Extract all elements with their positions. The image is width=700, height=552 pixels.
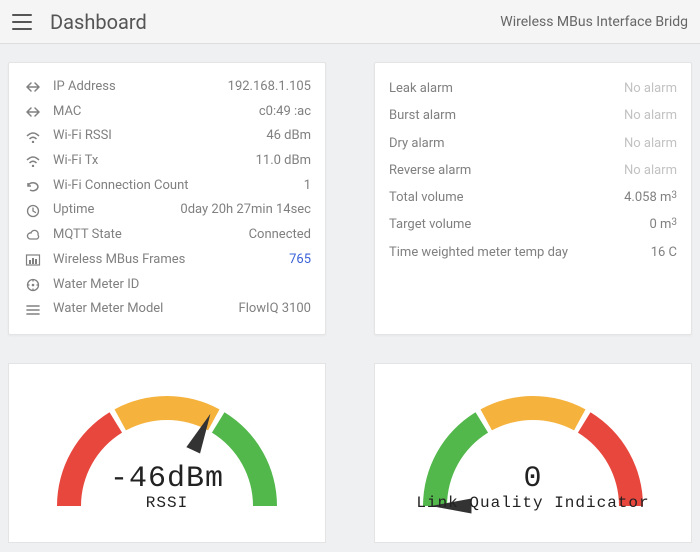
meter-data-value: 4.058 m3	[624, 184, 677, 211]
system-info-value[interactable]: 765	[185, 248, 311, 273]
meter-data-label: Reverse alarm	[389, 157, 624, 184]
meter-data-value: 0 m3	[649, 211, 677, 238]
loop-icon	[23, 178, 43, 194]
meter-data-value: No alarm	[624, 102, 677, 129]
wifi-icon	[23, 153, 43, 169]
system-info-row: Wi-Fi RSSI46 dBm	[23, 124, 311, 149]
meter-data-row: Reverse alarmNo alarm	[389, 157, 677, 184]
system-info-value: 46 dBm	[112, 124, 311, 149]
meter-data-value: No alarm	[624, 75, 677, 102]
list-icon	[23, 302, 43, 318]
meter-data-row: Total volume4.058 m3	[389, 184, 677, 211]
meter-data-card: Leak alarmNo alarmBurst alarmNo alarmDry…	[374, 62, 692, 335]
gauge-rssi-value: -46dBm	[37, 462, 297, 496]
system-info-value: 11.0 dBm	[98, 149, 311, 174]
system-info-value: FlowIQ 3100	[163, 297, 311, 322]
gauge-rssi-card: -46dBm RSSI	[8, 363, 326, 543]
meter-data-value: No alarm	[624, 130, 677, 157]
meter-data-label: Time weighted meter temp day	[389, 239, 651, 266]
chart-icon	[23, 252, 43, 268]
system-info-label: Water Meter Model	[53, 297, 163, 322]
system-info-label: Water Meter ID	[53, 273, 139, 298]
meter-data-value: No alarm	[624, 157, 677, 184]
net-icon	[23, 79, 43, 95]
system-info-card: IP Address192.168.1.105MACc0:49 :acWi-Fi…	[8, 62, 326, 335]
cloud-icon	[23, 227, 43, 243]
menu-icon[interactable]	[12, 14, 32, 30]
system-info-value: 1	[189, 174, 312, 199]
meter-data-label: Dry alarm	[389, 130, 624, 157]
system-info-value: Connected	[122, 223, 311, 248]
meter-data-row: Time weighted meter temp day16 C	[389, 239, 677, 266]
system-info-label: Wi-Fi Tx	[53, 149, 98, 174]
system-info-label: Wireless MBus Frames	[53, 248, 185, 273]
gauge-lqi-label: Link Quality Indicator	[403, 494, 663, 512]
system-info-label: Uptime	[53, 198, 94, 223]
meter-data-label: Target volume	[389, 211, 649, 238]
system-info-row: MQTT StateConnected	[23, 223, 311, 248]
gauge-lqi-card: 0 Link Quality Indicator	[374, 363, 692, 543]
meter-data-row: Dry alarmNo alarm	[389, 130, 677, 157]
meter-data-label: Total volume	[389, 184, 624, 211]
system-info-value: 192.168.1.105	[116, 75, 311, 100]
page-title: Dashboard	[50, 10, 147, 34]
meter-data-row: Burst alarmNo alarm	[389, 102, 677, 129]
system-info-row: Wi-Fi Tx11.0 dBm	[23, 149, 311, 174]
system-info-value: c0:49 :ac	[81, 100, 311, 125]
meter-data-value: 16 C	[651, 239, 677, 266]
system-info-row: Uptime0day 20h 27min 14sec	[23, 198, 311, 223]
system-info-row: Water Meter ModelFlowIQ 3100	[23, 297, 311, 322]
gauge-lqi-value: 0	[403, 462, 663, 496]
system-info-label: IP Address	[53, 75, 116, 100]
system-info-row: Wi-Fi Connection Count1	[23, 174, 311, 199]
tag-icon	[23, 277, 43, 293]
meter-data-row: Leak alarmNo alarm	[389, 75, 677, 102]
net-icon	[23, 104, 43, 120]
device-name: Wireless MBus Interface Bridg	[500, 14, 688, 30]
system-info-row: IP Address192.168.1.105	[23, 75, 311, 100]
wifi-icon	[23, 129, 43, 145]
gauge-rssi-label: RSSI	[37, 494, 297, 512]
system-info-label: MAC	[53, 100, 81, 125]
meter-data-row: Target volume0 m3	[389, 211, 677, 238]
clock-icon	[23, 203, 43, 219]
system-info-value: 0day 20h 27min 14sec	[94, 198, 311, 223]
system-info-row: MACc0:49 :ac	[23, 100, 311, 125]
system-info-label: Wi-Fi Connection Count	[53, 174, 189, 199]
topbar: Dashboard Wireless MBus Interface Bridg	[0, 0, 700, 44]
system-info-label: Wi-Fi RSSI	[53, 124, 112, 149]
system-info-row: Water Meter ID	[23, 273, 311, 298]
meter-data-label: Burst alarm	[389, 102, 624, 129]
system-info-label: MQTT State	[53, 223, 122, 248]
system-info-row: Wireless MBus Frames765	[23, 248, 311, 273]
meter-data-label: Leak alarm	[389, 75, 624, 102]
